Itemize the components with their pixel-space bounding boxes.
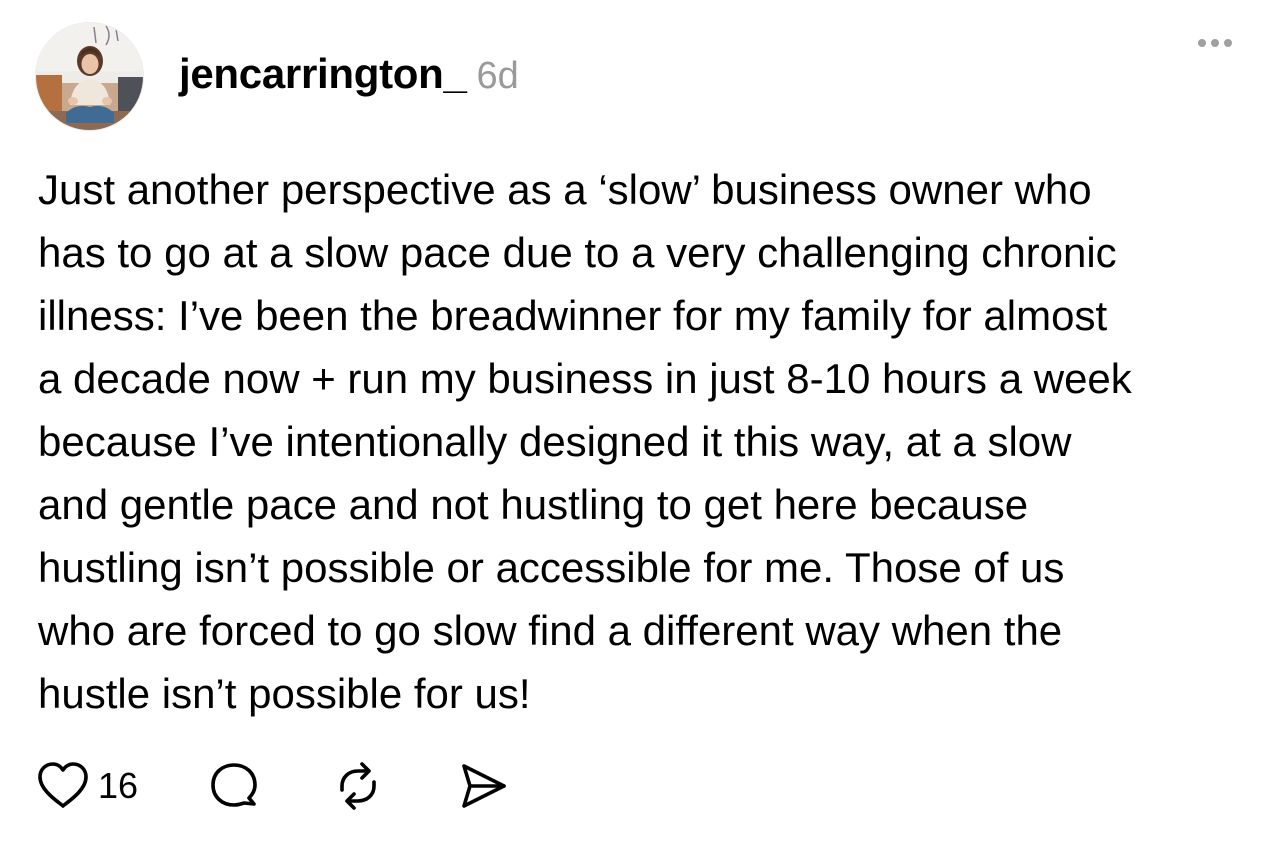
thread-post: jencarrington_ 6d Just another perspecti… bbox=[0, 0, 1284, 845]
more-options-button[interactable] bbox=[1190, 26, 1240, 60]
more-dots-icon bbox=[1198, 39, 1206, 47]
post-text-line: because I’ve intentionally designed it t… bbox=[38, 418, 1072, 465]
post-actions-bar: 16 bbox=[36, 758, 510, 814]
send-icon bbox=[456, 760, 510, 812]
post-timestamp: 6d bbox=[476, 55, 519, 97]
more-dots-icon bbox=[1224, 39, 1232, 47]
post-text-line: illness: I’ve been the breadwinner for m… bbox=[38, 292, 1108, 339]
post-text-line: and gentle pace and not hustling to get … bbox=[38, 481, 1029, 528]
username-link[interactable]: jencarrington_ bbox=[179, 50, 467, 98]
comment-bubble-icon bbox=[208, 760, 260, 812]
like-count: 16 bbox=[98, 765, 139, 806]
post-text-line: a decade now + run my business in just 8… bbox=[38, 355, 1132, 402]
post-text-line: hustling isn’t possible or accessible fo… bbox=[38, 544, 1065, 591]
post-text-line: Just another perspective as a ‘slow’ bus… bbox=[38, 166, 1092, 213]
comment-button[interactable] bbox=[208, 760, 260, 812]
post-text-line: has to go at a slow pace due to a very c… bbox=[38, 229, 1117, 276]
post-text-line: hustle isn’t possible for us! bbox=[38, 670, 531, 717]
post-text-line: who are forced to go slow find a differe… bbox=[38, 607, 1063, 654]
share-button[interactable] bbox=[456, 760, 510, 812]
heart-icon bbox=[36, 761, 90, 811]
more-dots-icon bbox=[1211, 39, 1219, 47]
post-header: jencarrington_ 6d bbox=[179, 50, 519, 106]
avatar-photo bbox=[36, 23, 143, 130]
post-text: Just another perspective as a ‘slow’ bus… bbox=[38, 158, 1253, 725]
repost-icon bbox=[332, 760, 384, 812]
avatar[interactable] bbox=[36, 23, 143, 130]
repost-button[interactable] bbox=[332, 760, 384, 812]
like-button[interactable]: 16 bbox=[36, 761, 138, 811]
